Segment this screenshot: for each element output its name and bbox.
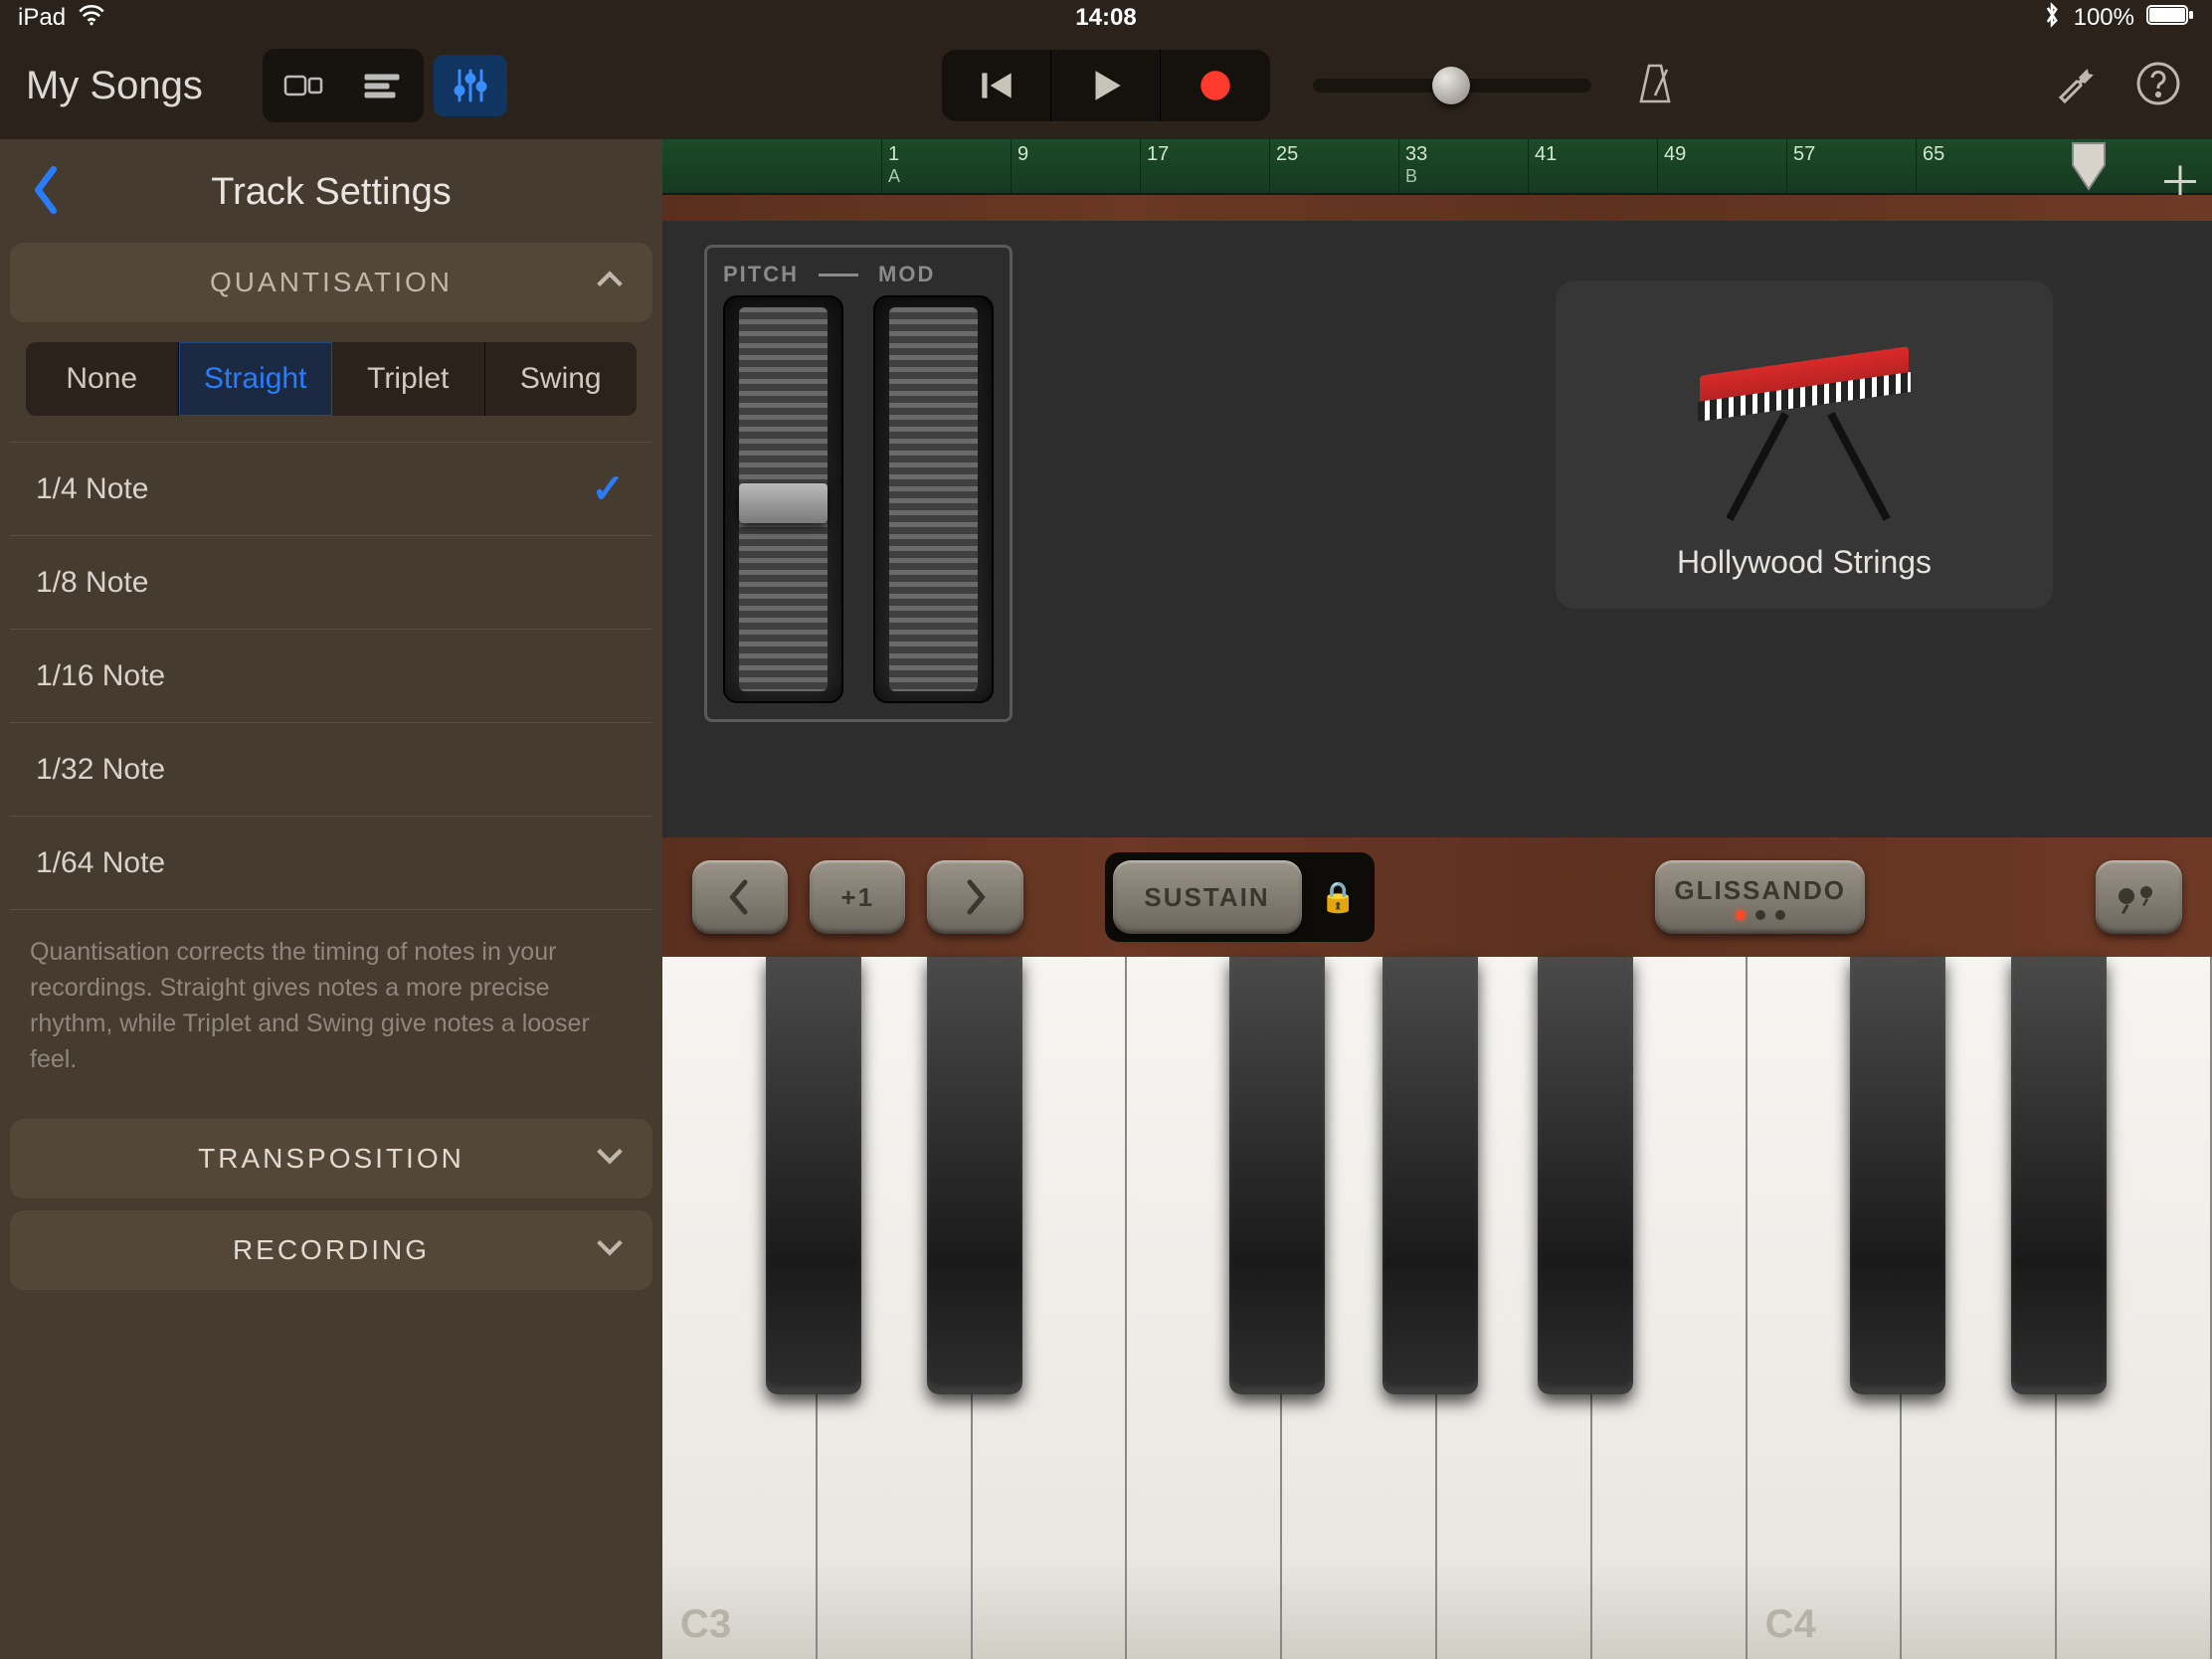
play-button[interactable] <box>1051 50 1161 121</box>
octave-down-button[interactable] <box>692 860 788 934</box>
tracks-view-button[interactable] <box>346 55 418 116</box>
quant-note-1-64[interactable]: 1/64 Note <box>10 817 652 910</box>
wifi-icon <box>78 4 105 33</box>
checkmark-icon: ✓ <box>591 466 625 512</box>
sustain-button[interactable]: SUSTAIN <box>1113 860 1302 934</box>
playhead-icon[interactable] <box>2065 139 2113 198</box>
top-toolbar: My Songs <box>0 36 2212 135</box>
quant-mode-none[interactable]: None <box>26 342 179 416</box>
quant-note-1-8[interactable]: 1/8 Note <box>10 536 652 630</box>
instrument-name: Hollywood Strings <box>1677 544 1932 581</box>
glissando-button[interactable]: GLISSANDO <box>1655 860 1866 934</box>
help-button[interactable] <box>2134 60 2182 112</box>
black-key[interactable] <box>766 957 861 1394</box>
instrument-selector[interactable]: Hollywood Strings <box>1556 280 2053 609</box>
track-controls-button[interactable] <box>434 55 507 116</box>
quant-note-1-16[interactable]: 1/16 Note <box>10 630 652 723</box>
keyboard-control-strip: +1 SUSTAIN 🔒 GLISSANDO <box>662 837 2212 957</box>
octave-shift-display[interactable]: +1 <box>810 860 905 934</box>
mod-label: MOD <box>878 262 935 287</box>
keyboard-icon <box>1700 355 1909 524</box>
keyboard-layout-button[interactable] <box>2096 860 2182 934</box>
back-button[interactable] <box>28 164 64 221</box>
recording-section-header[interactable]: RECORDING <box>10 1210 652 1290</box>
view-mode-toggle <box>263 49 424 122</box>
quantisation-info-text: Quantisation corrects the timing of note… <box>10 910 652 1107</box>
black-key[interactable] <box>1850 957 1945 1394</box>
quant-note-1-32[interactable]: 1/32 Note <box>10 723 652 817</box>
transport-controls <box>942 50 1270 121</box>
black-key[interactable] <box>1382 957 1478 1394</box>
quantisation-note-list: 1/4 Note ✓ 1/8 Note 1/16 Note 1/32 Note … <box>10 442 652 910</box>
mod-wheel[interactable] <box>873 295 994 703</box>
bluetooth-icon <box>2042 1 2062 36</box>
my-songs-button[interactable]: My Songs <box>26 64 203 108</box>
pitch-wheel[interactable] <box>723 295 843 703</box>
chevron-down-icon <box>593 1230 627 1271</box>
metronome-button[interactable] <box>1631 60 1679 112</box>
rewind-button[interactable] <box>942 50 1051 121</box>
browser-view-button[interactable] <box>269 55 340 116</box>
pitch-label: PITCH <box>723 262 799 287</box>
quant-mode-straight[interactable]: Straight <box>179 342 333 416</box>
black-key[interactable] <box>2011 957 2107 1394</box>
song-ruler[interactable]: 1A 9 17 25 33B 41 49 57 65 ＋ <box>662 139 2212 195</box>
quantisation-section-header[interactable]: QUANTISATION <box>10 243 652 322</box>
octave-up-button[interactable] <box>927 860 1022 934</box>
piano-keyboard[interactable]: C3 C4 <box>662 957 2212 1659</box>
master-volume-slider[interactable] <box>1313 79 1591 92</box>
clock: 14:08 <box>1075 4 1136 32</box>
record-button[interactable] <box>1161 50 1270 121</box>
instrument-panel: PITCH MOD Hollywood Strings <box>662 221 2212 837</box>
black-key[interactable] <box>927 957 1022 1394</box>
panel-title: Track Settings <box>211 171 451 214</box>
pitch-mod-box: PITCH MOD <box>704 245 1013 722</box>
chevron-down-icon <box>593 1139 627 1180</box>
transposition-section-header[interactable]: TRANSPOSITION <box>10 1119 652 1198</box>
quantisation-mode-segmented: None Straight Triplet Swing <box>26 342 637 416</box>
device-label: iPad <box>18 4 66 32</box>
track-settings-panel: Track Settings QUANTISATION None Straigh… <box>0 139 662 1659</box>
chevron-up-icon <box>593 263 627 303</box>
black-key[interactable] <box>1538 957 1633 1394</box>
status-bar: iPad 14:08 100% <box>0 0 2212 36</box>
battery-pct: 100% <box>2074 4 2134 32</box>
battery-icon <box>2146 4 2194 33</box>
black-key[interactable] <box>1229 957 1325 1394</box>
instrument-area: 1A 9 17 25 33B 41 49 57 65 ＋ PITCH MOD <box>662 139 2212 1659</box>
settings-button[interactable] <box>2051 60 2099 112</box>
lock-icon[interactable]: 🔒 <box>1320 880 1357 915</box>
quant-mode-swing[interactable]: Swing <box>485 342 638 416</box>
quant-note-1-4[interactable]: 1/4 Note ✓ <box>10 443 652 536</box>
quant-mode-triplet[interactable]: Triplet <box>332 342 485 416</box>
